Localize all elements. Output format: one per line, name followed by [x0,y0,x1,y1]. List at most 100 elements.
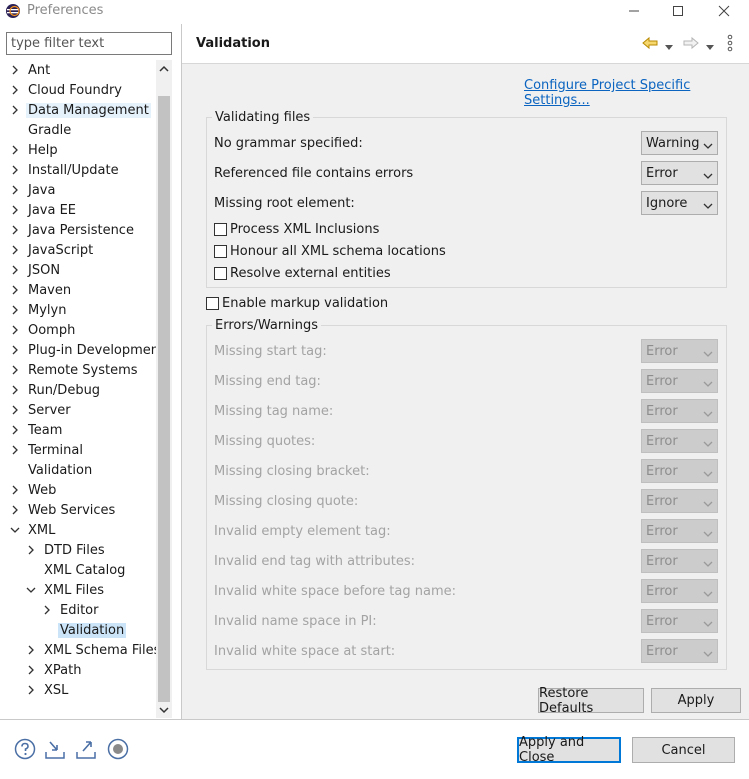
no-grammar-specified-select[interactable]: Warning [641,131,718,155]
resolve-external-entities-label: Resolve external entities [230,266,391,281]
tree-item-validation[interactable]: Validation [42,620,127,640]
tree-item-team[interactable]: Team [10,420,64,440]
chevron-right-icon[interactable] [10,245,20,255]
missing-root-element-select[interactable]: Ignore [641,191,718,215]
filter-input[interactable] [6,32,172,55]
tree-item-remote-systems[interactable]: Remote Systems [10,360,140,380]
tree-item-xpath[interactable]: XPath [26,660,83,680]
referenced-file-contains-errors-select[interactable]: Error [641,161,718,185]
close-button[interactable] [701,0,747,22]
select-value: Error [646,583,678,599]
chevron-right-icon[interactable] [10,265,20,275]
tree-item-install-update[interactable]: Install/Update [10,160,121,180]
chevron-right-icon[interactable] [10,325,20,335]
chevron-right-icon[interactable] [10,405,20,415]
chevron-right-icon[interactable] [10,185,20,195]
chevron-right-icon[interactable] [10,165,20,175]
restore-defaults-button[interactable]: Restore Defaults [538,686,644,716]
tree-item-web[interactable]: Web [10,480,58,500]
cancel-button[interactable]: Cancel [632,737,735,763]
tree-item-java[interactable]: Java [10,180,57,200]
tree-item-dtd-files[interactable]: DTD Files [26,540,107,560]
tree-item-help[interactable]: Help [10,140,60,160]
chevron-right-icon[interactable] [10,145,20,155]
invalid-white-space-before-tag-name-label: Invalid white space before tag name: [214,584,456,599]
tree-item-xml-files[interactable]: XML Files [26,580,106,600]
tree-item-mylyn[interactable]: Mylyn [10,300,68,320]
tree-item-terminal[interactable]: Terminal [10,440,85,460]
scroll-up-button[interactable] [156,61,172,77]
missing-closing-bracket-label: Missing closing bracket: [214,464,370,479]
process-xml-inclusions-checkbox[interactable] [214,223,227,236]
maximize-button[interactable] [655,0,701,22]
tree-item-xml-catalog[interactable]: XML Catalog [26,560,127,580]
chevron-right-icon[interactable] [10,485,20,495]
tree-item-label: Data Management [26,102,151,118]
chevron-right-icon[interactable] [10,365,20,375]
chevron-right-icon[interactable] [10,505,20,515]
tree-scrollbar-thumb[interactable] [158,96,170,702]
chevron-down-icon[interactable] [10,525,20,535]
tree-item-xml-schema-files[interactable]: XML Schema Files [26,640,156,660]
forward-button[interactable] [683,35,699,51]
chevron-right-icon[interactable] [10,345,20,355]
back-button[interactable] [642,35,658,51]
tree-item-maven[interactable]: Maven [10,280,73,300]
chevron-right-icon[interactable] [26,545,36,555]
close-icon [718,5,730,17]
chevron-right-icon[interactable] [10,425,20,435]
forward-menu-button[interactable] [706,40,714,50]
chevron-right-icon[interactable] [10,65,20,75]
chevron-right-icon[interactable] [10,385,20,395]
tree-item-run-debug[interactable]: Run/Debug [10,380,102,400]
enable-markup-validation-checkbox[interactable] [206,297,219,310]
chevron-right-icon[interactable] [26,645,36,655]
help-button[interactable] [14,738,36,760]
tree-item-xsl[interactable]: XSL [26,680,70,700]
tree-item-server[interactable]: Server [10,400,73,420]
chevron-right-icon[interactable] [10,445,20,455]
chevron-right-icon[interactable] [26,665,36,675]
export-button[interactable] [75,738,97,760]
chevron-down-icon[interactable] [26,585,36,595]
chevron-right-icon[interactable] [10,305,20,315]
invalid-white-space-before-tag-name-select: Error [641,579,718,603]
minimize-button[interactable] [611,0,657,22]
chevron-right-icon[interactable] [10,225,20,235]
tree-item-web-services[interactable]: Web Services [10,500,117,520]
scroll-down-button[interactable] [156,702,172,718]
invalid-end-tag-with-attributes-select: Error [641,549,718,573]
tree-item-validation[interactable]: Validation [10,460,94,480]
tree-item-cloud-foundry[interactable]: Cloud Foundry [10,80,124,100]
tree-item-label: Java [28,182,56,198]
resolve-external-entities-checkbox[interactable] [214,267,227,280]
tree-item-data-management[interactable]: Data Management [10,100,151,120]
record-button[interactable] [107,738,129,760]
tree-item-java-ee[interactable]: Java EE [10,200,78,220]
tree-item-json[interactable]: JSON [10,260,62,280]
apply-button[interactable]: Apply [651,688,741,713]
back-menu-button[interactable] [665,40,673,50]
chevron-right-icon[interactable] [10,105,20,115]
chevron-right-icon[interactable] [10,85,20,95]
tree-item-gradle[interactable]: Gradle [10,120,73,140]
apply-and-close-button[interactable]: Apply and Close [517,735,621,765]
tree-item-ant[interactable]: Ant [10,60,52,80]
honour-all-xml-schema-locations-checkbox[interactable] [214,245,227,258]
tree-item-label: XML Files [44,582,105,598]
tree-item-xml[interactable]: XML [10,520,57,540]
configure-project-settings-link[interactable]: Configure Project Specific Settings... [524,78,749,108]
tree-item-oomph[interactable]: Oomph [10,320,77,340]
chevron-right-icon[interactable] [26,685,36,695]
invalid-name-space-in-pi-select: Error [641,609,718,633]
chevron-down-icon [703,437,713,447]
tree-item-javascript[interactable]: JavaScript [10,240,95,260]
chevron-right-icon[interactable] [42,605,52,615]
import-button[interactable] [44,738,66,760]
tree-item-editor[interactable]: Editor [42,600,100,620]
chevron-right-icon[interactable] [10,285,20,295]
view-menu-button[interactable] [727,34,733,52]
tree-item-java-persistence[interactable]: Java Persistence [10,220,136,240]
tree-item-plug-in-development[interactable]: Plug-in Development [10,340,156,360]
chevron-right-icon[interactable] [10,205,20,215]
